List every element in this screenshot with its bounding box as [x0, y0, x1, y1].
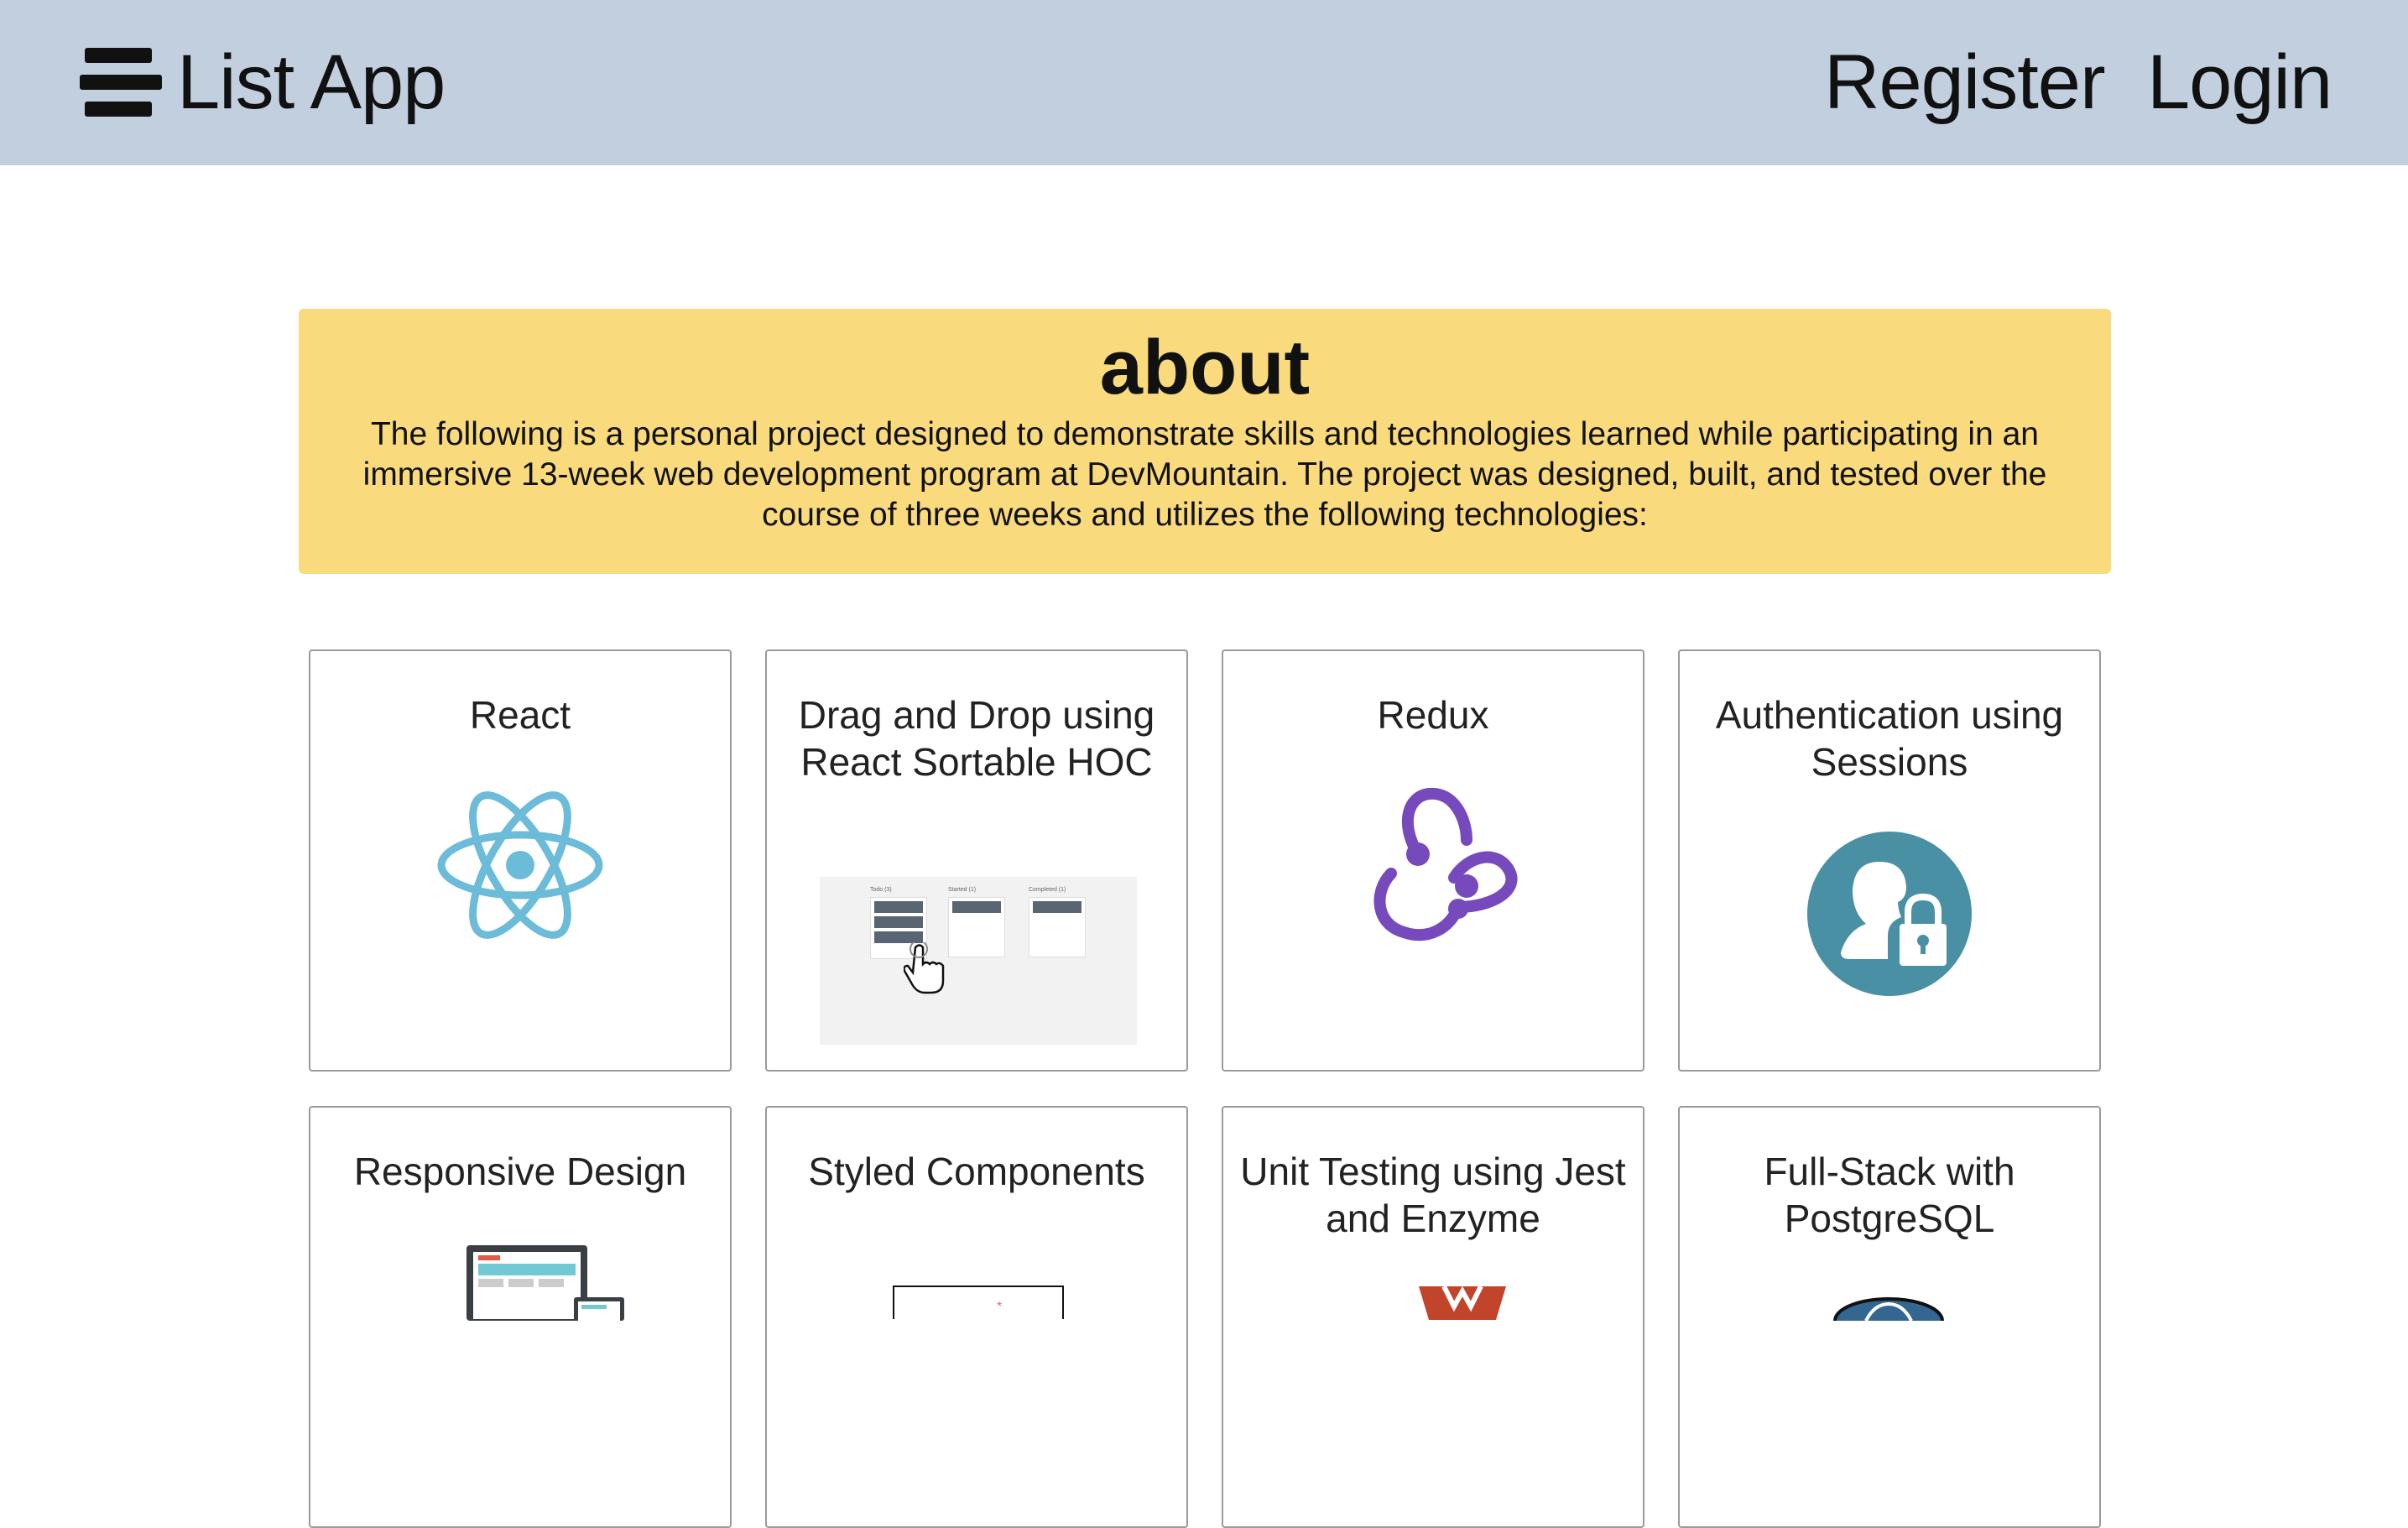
tech-card-auth: Authentication using Sessions: [1678, 649, 2101, 1072]
redux-logo-icon: [1373, 787, 1518, 941]
card-title: Authentication using Sessions: [1715, 693, 2064, 784]
tech-card-drag-drop: Drag and Drop using React Sortable HOC T…: [765, 649, 1188, 1072]
top-nav-bar: List App Register Login: [0, 0, 2408, 165]
tech-card-styled-components: Styled Components *: [765, 1106, 1188, 1528]
about-title: about: [1099, 325, 1311, 410]
user-lock-icon: [1807, 832, 1972, 996]
app-title[interactable]: List App: [177, 35, 446, 129]
menu-logo-icon[interactable]: [80, 46, 162, 118]
tech-card-responsive: Responsive Design: [309, 1106, 732, 1528]
responsive-devices-icon: [466, 1245, 624, 1321]
card-title: Full-Stack with PostgreSQL: [1764, 1150, 2015, 1240]
about-section: about The following is a personal projec…: [299, 309, 2111, 574]
tech-card-redux: Redux: [1222, 649, 1644, 1072]
hand-cursor-icon: [904, 942, 945, 994]
card-title: Unit Testing using Jest and Enzyme: [1240, 1150, 1626, 1240]
card-title: Redux: [1377, 693, 1489, 737]
tech-card-unit-testing: Unit Testing using Jest and Enzyme: [1222, 1106, 1644, 1528]
tech-card-postgresql: Full-Stack with PostgreSQL: [1678, 1106, 2101, 1528]
login-link[interactable]: Login: [2147, 35, 2332, 129]
about-description: The following is a personal project desi…: [362, 416, 2047, 533]
card-title: Responsive Design: [353, 1150, 687, 1193]
card-title: React: [469, 693, 571, 737]
react-logo-icon: [437, 791, 603, 939]
register-link[interactable]: Register: [1824, 35, 2106, 129]
postgresql-logo-icon: [1833, 1297, 1944, 1321]
tech-card-react: React: [309, 649, 732, 1072]
card-title: Styled Components: [808, 1150, 1145, 1193]
svg-text:*: *: [997, 1300, 1002, 1314]
card-title: Drag and Drop using React Sortable HOC: [798, 693, 1155, 784]
enzyme-logo-icon: [1419, 1286, 1506, 1320]
styled-components-icon: *: [893, 1286, 1064, 1319]
drag-drop-preview-image: Todo (3) Started (1) Completed (1): [820, 877, 1137, 1045]
